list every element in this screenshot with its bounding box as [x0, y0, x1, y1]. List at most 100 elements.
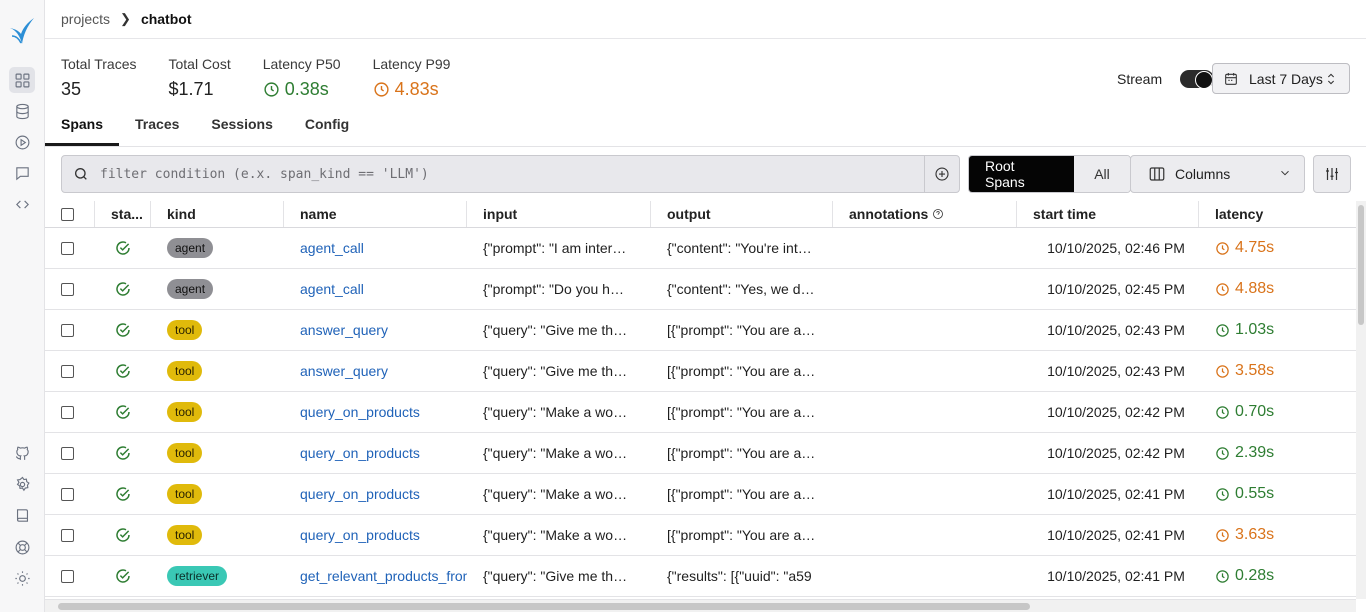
select-all-checkbox[interactable] [61, 207, 74, 221]
columns-icon [1149, 167, 1165, 181]
row-checkbox[interactable] [61, 282, 74, 296]
stat-total-traces: Total Traces 35 [61, 56, 136, 100]
theme-icon[interactable] [9, 565, 35, 591]
stat-label: Total Traces [61, 56, 137, 72]
span-name-link[interactable]: query_on_products [300, 486, 420, 502]
row-select-cell [61, 310, 81, 350]
span-name-link[interactable]: query_on_products [300, 527, 420, 543]
filter-input[interactable] [100, 156, 924, 192]
span-name-link[interactable]: answer_query [300, 322, 388, 338]
tab-sessions[interactable]: Sessions [195, 110, 288, 146]
input-cell: {"query": "Give me three [467, 310, 651, 350]
start-time-cell: 10/10/2025, 02:45 PM [1047, 281, 1185, 297]
kind-cell: tool [151, 433, 284, 473]
table-row[interactable]: tool query_on_products {"query": "Make a w… [45, 433, 1356, 474]
span-name-link[interactable]: answer_query [300, 363, 388, 379]
row-select-cell [61, 351, 81, 391]
latency-text: 0.55s [1235, 485, 1275, 502]
header-kind[interactable]: kind [151, 201, 284, 227]
header-input[interactable]: input [467, 201, 651, 227]
stat-value: 35 [61, 79, 136, 100]
row-checkbox[interactable] [61, 446, 74, 460]
table-row[interactable]: tool query_on_products {"query": "Make a w… [45, 474, 1356, 515]
all-spans-button[interactable]: All [1074, 156, 1130, 192]
grid-icon[interactable] [9, 67, 35, 93]
row-checkbox[interactable] [61, 528, 74, 542]
header-start-time[interactable]: start time [1017, 201, 1199, 227]
play-circle-icon[interactable] [9, 129, 35, 155]
span-name-link[interactable]: agent_call [300, 281, 364, 297]
output-cell: [{"prompt": "You are a helpful [651, 310, 833, 350]
table-row[interactable]: tool answer_query {"query": "Give me three… [45, 351, 1356, 392]
horizontal-scroll-thumb[interactable] [58, 603, 1030, 610]
stat-value-text: 0.38s [284, 79, 329, 99]
row-checkbox[interactable] [61, 323, 74, 337]
book-icon[interactable] [9, 502, 35, 528]
table-row[interactable]: retriever get_relevant_products_from {"que… [45, 556, 1356, 597]
columns-button[interactable]: Columns [1130, 155, 1305, 193]
vertical-scroll-thumb[interactable] [1358, 205, 1364, 325]
tab-config[interactable]: Config [289, 110, 365, 146]
breadcrumb-projects[interactable]: projects [61, 11, 110, 27]
stat-value-text: $1.71 [168, 79, 214, 99]
header-name[interactable]: name [284, 201, 467, 227]
start-time-cell: 10/10/2025, 02:41 PM [1047, 486, 1185, 502]
breadcrumb: projects ❯ chatbot [45, 0, 1366, 39]
code-icon[interactable] [9, 191, 35, 217]
tab-bar: Spans Traces Sessions Config [45, 110, 1366, 147]
tab-traces[interactable]: Traces [119, 110, 195, 146]
date-range-button[interactable]: Last 7 Days [1212, 63, 1350, 94]
output-cell: [{"prompt": "You are a helpful [651, 433, 833, 473]
stat-value: $1.71 [168, 79, 230, 100]
support-icon[interactable] [9, 534, 35, 560]
span-name-link[interactable]: query_on_products [300, 445, 420, 461]
horizontal-scrollbar[interactable] [45, 599, 1356, 612]
header-annotations[interactable]: annotations [833, 201, 1017, 227]
input-cell: {"prompt": "I am interested in buying [467, 228, 651, 268]
span-name-link[interactable]: agent_call [300, 240, 364, 256]
input-cell: {"query": "Make a wonderful [467, 433, 651, 473]
row-checkbox[interactable] [61, 405, 74, 419]
header-status[interactable]: sta... [95, 201, 151, 227]
app-logo-icon[interactable] [8, 14, 36, 46]
status-ok-icon [95, 474, 151, 514]
latency-value: 3.63s [1215, 526, 1274, 544]
tab-spans[interactable]: Spans [45, 110, 120, 146]
vertical-scrollbar[interactable] [1356, 201, 1366, 599]
help-circle-icon[interactable] [932, 208, 944, 220]
chat-icon[interactable] [9, 160, 35, 186]
stat-label: Latency P50 [262, 56, 341, 72]
annotations-cell [833, 351, 1017, 391]
clock-icon [1216, 446, 1229, 460]
display-settings-button[interactable] [1313, 155, 1351, 193]
table-row[interactable]: tool query_on_products {"query": "Make a w… [45, 392, 1356, 433]
row-checkbox[interactable] [61, 487, 74, 501]
add-filter-icon[interactable] [924, 156, 959, 192]
name-cell: query_on_products [284, 474, 467, 514]
header-output[interactable]: output [651, 201, 833, 227]
table-row[interactable]: agent agent_call {"prompt": "I am interest… [45, 228, 1356, 269]
clock-icon [1216, 241, 1229, 255]
span-name-link[interactable]: get_relevant_products_from [300, 568, 467, 584]
stream-toggle[interactable] [1180, 70, 1215, 89]
span-input-text: {"query": "Make a wonderful [483, 404, 628, 420]
table-row[interactable]: tool answer_query {"query": "Give me three… [45, 310, 1356, 351]
start-time-cell: 10/10/2025, 02:42 PM [1047, 445, 1185, 461]
root-spans-button[interactable]: Root Spans [969, 156, 1074, 192]
github-icon[interactable] [9, 440, 35, 466]
row-checkbox[interactable] [61, 569, 74, 583]
row-checkbox[interactable] [61, 241, 74, 255]
clock-icon [1216, 487, 1229, 501]
span-name-link[interactable]: query_on_products [300, 404, 420, 420]
stat-latency-p99: Latency P99 4.83s [373, 56, 451, 100]
row-checkbox[interactable] [61, 364, 74, 378]
latency-text: 3.58s [1235, 362, 1275, 379]
database-icon[interactable] [9, 98, 35, 124]
output-cell: {"results": [{"uuid": "a59 [651, 556, 833, 596]
settings-gear-icon[interactable] [9, 471, 35, 497]
header-latency[interactable]: latency [1199, 201, 1356, 227]
table-row[interactable]: agent agent_call {"prompt": "Do you have a… [45, 269, 1356, 310]
output-cell: [{"prompt": "You are a helpful [651, 351, 833, 391]
table-row[interactable]: tool query_on_products {"query": "Make a w… [45, 515, 1356, 556]
status-ok-icon [95, 392, 151, 432]
